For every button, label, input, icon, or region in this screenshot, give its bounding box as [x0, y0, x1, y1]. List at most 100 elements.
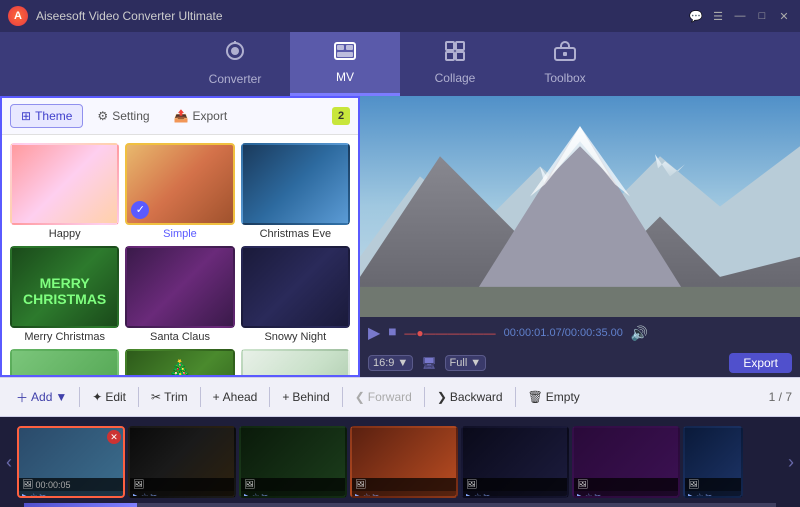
- edit-label: Edit: [105, 390, 126, 404]
- theme-item-christmas-eve[interactable]: Christmas Eve: [241, 143, 350, 240]
- sep-6: [424, 387, 425, 407]
- stop-button[interactable]: ⏹: [388, 324, 396, 342]
- aspect-ratio-select[interactable]: 16:9 ▼: [368, 355, 413, 371]
- sep-4: [269, 387, 270, 407]
- forward-icon: ❮: [355, 390, 365, 404]
- screen-icon: 🖥: [421, 356, 436, 370]
- trim-button[interactable]: ✂ Trim: [143, 386, 196, 408]
- trim-label: Trim: [164, 390, 188, 404]
- main-nav: Converter MV Collage: [0, 32, 800, 96]
- volume-seek-icon[interactable]: —●——————: [404, 326, 495, 340]
- play-button[interactable]: ▶: [368, 323, 380, 343]
- nav-tab-mv[interactable]: MV: [290, 32, 400, 96]
- menu-icon[interactable]: ☰: [710, 8, 726, 24]
- sep-3: [200, 387, 201, 407]
- theme-item-snowy-night[interactable]: Snowy Night: [241, 246, 350, 343]
- subtab-export[interactable]: 📤 Export: [164, 105, 238, 127]
- theme-thumb-stripes-waves: [10, 349, 119, 375]
- clip-info-3: 🖼: [241, 478, 345, 491]
- minimize-icon[interactable]: —: [732, 8, 748, 24]
- timeline-clip-5[interactable]: 🖼▶☆✂: [461, 426, 569, 498]
- theme-item-santa-claus[interactable]: Santa Claus: [125, 246, 234, 343]
- bottom-toolbar: ＋ Add ▼ ✦ Edit ✂ Trim + Ahead + Behind ❮…: [0, 377, 800, 417]
- timeline-clip-6[interactable]: 🖼▶☆✂: [572, 426, 680, 498]
- left-panel: ⊞ Theme ⚙ Setting 📤 Export 2 Happy ✓Simpl…: [0, 96, 360, 377]
- clip-remove-button[interactable]: ✕: [107, 430, 121, 444]
- clip-thumbnail-3: [241, 428, 345, 478]
- notification-badge: 2: [332, 107, 350, 125]
- sep-7: [515, 387, 516, 407]
- theme-item-merry-christmas[interactable]: MERRYCHRISTMASMerry Christmas: [10, 246, 119, 343]
- subtab-theme[interactable]: ⊞ Theme: [10, 104, 83, 128]
- export-label: Export: [193, 109, 228, 123]
- empty-label: Empty: [546, 390, 580, 404]
- quality-select[interactable]: Full ▼: [445, 355, 487, 371]
- trim-icon: ✂: [151, 390, 161, 404]
- theme-item-stripes-waves[interactable]: Stripes & Waves: [10, 349, 119, 375]
- theme-grid-icon: ⊞: [21, 109, 31, 123]
- ahead-label: Ahead: [223, 390, 258, 404]
- add-dropdown-icon: ▼: [55, 390, 67, 404]
- forward-button[interactable]: ❮ Forward: [347, 386, 420, 408]
- clip-thumbnail-4: [352, 428, 456, 478]
- sub-tabs: ⊞ Theme ⚙ Setting 📤 Export 2: [2, 98, 358, 135]
- timeline-area: ‹ ✕🖼00:00:05▶☆✂🖼▶☆✂🖼▶☆✂🖼▶☆✂🖼▶☆✂🖼▶☆✂🖼▶☆✂ …: [0, 417, 800, 507]
- window-controls: 💬 ☰ — □ ✕: [688, 8, 792, 24]
- converter-label: Converter: [209, 72, 262, 86]
- timeline-clip-3[interactable]: 🖼▶☆✂: [239, 426, 347, 498]
- ahead-icon: +: [213, 390, 220, 404]
- clip-thumbnail-5: [463, 428, 567, 478]
- clip-bottom-icons-6: ▶☆✂: [574, 491, 678, 498]
- theme-item-simple[interactable]: ✓Simple: [125, 143, 234, 240]
- nav-tab-collage[interactable]: Collage: [400, 32, 510, 96]
- timeline-clip-1[interactable]: ✕🖼00:00:05▶☆✂: [17, 426, 125, 498]
- theme-item-beautiful-christmas[interactable]: Beautiful Christmas: [241, 349, 350, 375]
- nav-tab-converter[interactable]: Converter: [180, 32, 290, 96]
- behind-button[interactable]: + Behind: [274, 386, 337, 408]
- theme-thumb-merry-christmas: MERRYCHRISTMAS: [10, 246, 119, 328]
- timeline-clip-4[interactable]: 🖼▶☆✂: [350, 426, 458, 498]
- backward-button[interactable]: ❯ Backward: [429, 386, 511, 408]
- clip-info-2: 🖼: [130, 478, 234, 491]
- volume-icon[interactable]: 🔊: [631, 325, 648, 342]
- sep-1: [79, 387, 80, 407]
- theme-thumb-santa-claus: [125, 246, 234, 328]
- timeline-clip-7[interactable]: 🖼▶☆✂: [683, 426, 743, 498]
- converter-icon: [224, 40, 246, 68]
- clip-info-5: 🖼: [463, 478, 567, 491]
- backward-icon: ❯: [437, 390, 447, 404]
- toolbox-icon: [554, 41, 576, 67]
- theme-thumb-christmas-eve: [241, 143, 350, 225]
- clip-bottom-icons-1: ▶☆✂: [19, 491, 123, 498]
- edit-button[interactable]: ✦ Edit: [84, 386, 134, 408]
- timeline-clips: ✕🖼00:00:05▶☆✂🖼▶☆✂🖼▶☆✂🖼▶☆✂🖼▶☆✂🖼▶☆✂🖼▶☆✂: [17, 426, 783, 498]
- maximize-icon[interactable]: □: [754, 8, 770, 24]
- theme-thumb-happy: [10, 143, 119, 225]
- clip-bottom-icons-2: ▶☆✂: [130, 491, 234, 498]
- mv-icon: [334, 42, 356, 66]
- sep-2: [138, 387, 139, 407]
- page-indicator: 1 / 7: [769, 390, 792, 404]
- quality-dropdown-icon: ▼: [470, 357, 481, 369]
- subtab-setting[interactable]: ⚙ Setting: [87, 105, 159, 127]
- timeline-prev-arrow[interactable]: ‹: [4, 452, 14, 473]
- theme-item-christmas-tree[interactable]: 🎄Christmas Tree: [125, 349, 234, 375]
- theme-thumb-christmas-tree: 🎄: [125, 349, 234, 375]
- behind-icon: +: [282, 390, 289, 404]
- time-display: 00:00:01.07/00:00:35.00: [504, 327, 623, 339]
- mv-label: MV: [336, 70, 354, 84]
- close-icon[interactable]: ✕: [776, 8, 792, 24]
- nav-tab-toolbox[interactable]: Toolbox: [510, 32, 620, 96]
- add-button[interactable]: ＋ Add ▼: [8, 385, 75, 410]
- theme-label-happy: Happy: [49, 228, 81, 240]
- export-button[interactable]: Export: [729, 353, 792, 373]
- ahead-button[interactable]: + Ahead: [205, 386, 266, 408]
- clip-bottom-icons-7: ▶☆✂: [685, 491, 741, 498]
- chat-icon[interactable]: 💬: [688, 8, 704, 24]
- timeline-clip-2[interactable]: 🖼▶☆✂: [128, 426, 236, 498]
- timeline-next-arrow[interactable]: ›: [786, 452, 796, 473]
- empty-button[interactable]: 🗑 Empty: [520, 386, 588, 408]
- theme-label-text: Theme: [35, 109, 72, 123]
- title-bar: A Aiseesoft Video Converter Ultimate 💬 ☰…: [0, 0, 800, 32]
- theme-item-happy[interactable]: Happy: [10, 143, 119, 240]
